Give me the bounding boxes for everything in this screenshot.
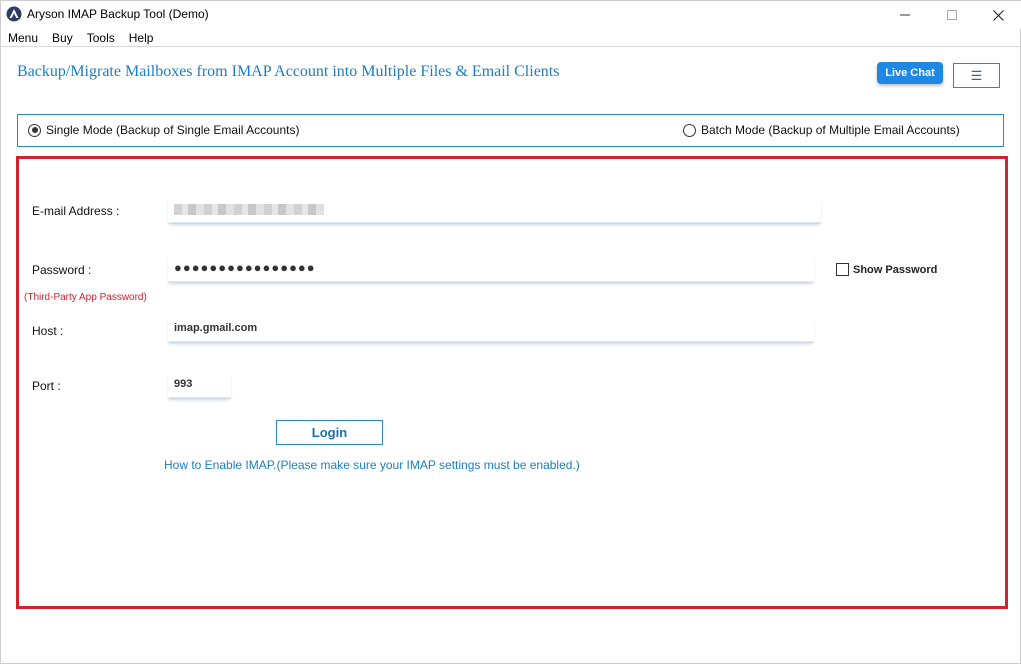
maximize-icon bbox=[947, 10, 957, 20]
page-title: Backup/Migrate Mailboxes from IMAP Accou… bbox=[17, 63, 560, 80]
email-label: E-mail Address : bbox=[32, 204, 120, 218]
login-form-panel: E-mail Address : Password : (Third-Party… bbox=[16, 156, 1008, 609]
mode-selector: Single Mode (Backup of Single Email Acco… bbox=[17, 114, 1004, 147]
hamburger-icon: ☰ bbox=[970, 67, 983, 83]
show-password-label: Show Password bbox=[853, 263, 938, 276]
port-field[interactable]: 993 bbox=[168, 372, 231, 398]
menu-bar: Menu Buy Tools Help bbox=[1, 29, 1021, 47]
batch-mode-radio[interactable] bbox=[683, 123, 696, 137]
live-chat-button[interactable]: Live Chat bbox=[877, 62, 943, 84]
host-label: Host : bbox=[32, 324, 64, 338]
menu-item-tools[interactable]: Tools bbox=[80, 29, 122, 46]
menu-item-help[interactable]: Help bbox=[122, 29, 161, 46]
password-field[interactable]: ●●●●●●●●●●●●●●●● bbox=[168, 256, 814, 282]
password-label: Password : bbox=[32, 263, 92, 277]
single-mode-label: Single Mode (Backup of Single Email Acco… bbox=[46, 123, 300, 137]
app-logo-icon bbox=[6, 6, 22, 22]
maximize-button[interactable] bbox=[929, 1, 975, 29]
minimize-button[interactable] bbox=[882, 1, 928, 29]
single-mode-radio[interactable] bbox=[28, 123, 41, 137]
email-field[interactable] bbox=[168, 197, 821, 223]
close-button[interactable] bbox=[975, 1, 1021, 29]
password-hint: (Third-Party App Password) bbox=[24, 292, 147, 303]
show-password-option[interactable]: Show Password bbox=[836, 263, 937, 276]
title-bar[interactable]: Aryson IMAP Backup Tool (Demo) bbox=[1, 1, 1021, 29]
menu-item-buy[interactable]: Buy bbox=[45, 29, 80, 46]
enable-imap-help-link[interactable]: How to Enable IMAP.(Please make sure you… bbox=[164, 458, 580, 472]
show-password-checkbox[interactable] bbox=[836, 263, 849, 276]
close-icon bbox=[992, 9, 1004, 21]
minimize-icon bbox=[900, 14, 910, 16]
host-field[interactable]: imap.gmail.com bbox=[168, 316, 814, 342]
single-mode-option[interactable]: Single Mode (Backup of Single Email Acco… bbox=[28, 123, 299, 137]
port-label: Port : bbox=[32, 379, 61, 393]
batch-mode-label: Batch Mode (Backup of Multiple Email Acc… bbox=[701, 123, 960, 137]
app-window: Aryson IMAP Backup Tool (Demo) Menu Buy … bbox=[0, 0, 1021, 664]
menu-item-menu[interactable]: Menu bbox=[1, 29, 45, 46]
login-button[interactable]: Login bbox=[276, 420, 383, 445]
window-title: Aryson IMAP Backup Tool (Demo) bbox=[27, 7, 209, 21]
email-redacted-value bbox=[174, 204, 324, 215]
hamburger-menu-button[interactable]: ☰ bbox=[953, 63, 1000, 88]
batch-mode-option[interactable]: Batch Mode (Backup of Multiple Email Acc… bbox=[683, 123, 960, 137]
